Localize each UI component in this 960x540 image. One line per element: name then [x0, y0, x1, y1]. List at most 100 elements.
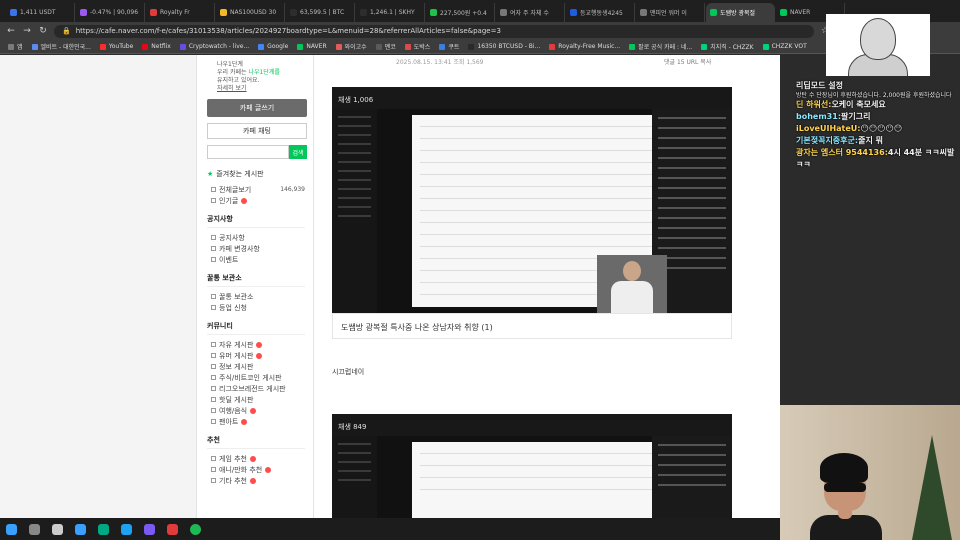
spotify-icon[interactable]	[190, 523, 201, 535]
edge-icon[interactable]	[75, 523, 86, 535]
file-explorer-icon[interactable]	[52, 523, 63, 535]
bookmark-item[interactable]: 도박스	[404, 42, 430, 51]
sidebar-item[interactable]: 애니/만화 추천	[207, 464, 305, 475]
start-icon[interactable]	[6, 523, 17, 535]
tab-favicon-icon	[150, 9, 157, 16]
bookmark-favicon-icon	[258, 43, 265, 50]
bookmark-item[interactable]: Netflix	[142, 43, 171, 50]
sidebar-item[interactable]: 게임 추천	[207, 453, 305, 464]
tab-label: 등교행동생4245	[580, 10, 623, 17]
article-image-2[interactable]: 채생 849	[332, 414, 732, 518]
article-meta: 2025.08.15. 13:41 조회 1,569	[396, 59, 484, 66]
board-icon	[211, 342, 216, 347]
browser-tab[interactable]: 도쌤방 광복절	[706, 3, 775, 22]
sidebar-item-popular[interactable]: 인기글	[207, 195, 305, 206]
article-actions[interactable]: 댓글 15 URL 복사	[664, 57, 711, 66]
sidebar-item[interactable]: 정보 게시판	[207, 361, 305, 372]
chat-message: 기본젖꼭지중후군:줄지 뭐	[796, 135, 960, 147]
browser-tab[interactable]: Royalty Fr	[146, 3, 215, 22]
chat-text: 방탄 수 단장님이 후원하셨습니다. 2,000원을 후원하셨습니다	[796, 92, 952, 99]
obs-icon[interactable]	[167, 523, 178, 535]
discord-icon[interactable]	[144, 523, 155, 535]
bookmark-item[interactable]: 쿠트	[439, 42, 459, 51]
tab-label: 도쌤방 광복절	[720, 10, 756, 17]
bookmark-item[interactable]: Google	[258, 43, 288, 50]
browser-tab-strip: 1,411 USDT -0.47% | 90,096 Royalty Fr NAS10…	[0, 0, 960, 22]
tab-favicon-icon	[710, 9, 717, 16]
notice-link[interactable]: 자세히 보기	[217, 85, 305, 93]
sidebar-item[interactable]: 기타 추천	[207, 475, 305, 486]
sidebar-item-all-posts[interactable]: 전체글보기 146,939	[207, 184, 305, 195]
back-icon[interactable]: ←	[6, 26, 16, 36]
sidebar-item[interactable]: 핫딜 게시판	[207, 394, 305, 405]
chat-username: 기본젖꼭지중후군:	[796, 136, 859, 145]
browser-tab[interactable]: 맨피언 워머 이	[636, 3, 705, 22]
browser-tab[interactable]: 63,599.5 | BTC	[286, 3, 355, 22]
sidebar-item[interactable]: 이벤트	[207, 254, 305, 265]
bookmark-item[interactable]: YouTube	[99, 43, 134, 50]
sidebar-section-title: 공지사항	[207, 214, 305, 228]
bookmark-item[interactable]: 16350 BTCUSD - Bi...	[468, 43, 540, 50]
sidebar-item[interactable]: 공지사항	[207, 232, 305, 243]
sidebar-item-label: 공지사항	[219, 233, 245, 242]
bookmark-item[interactable]: NAVER	[297, 43, 327, 50]
sidebar-item-label: 유머 게시판	[219, 351, 254, 360]
sidebar-item[interactable]: 팬아트	[207, 416, 305, 427]
tab-favicon-icon	[430, 9, 437, 16]
bookmark-item[interactable]: 치지직 - CHZZK	[701, 42, 754, 51]
tab-favicon-icon	[780, 9, 787, 16]
bookmark-favicon-icon	[297, 43, 304, 50]
sidebar-item[interactable]: 리그오브레전드 게시판	[207, 383, 305, 394]
bookmark-label: YouTube	[108, 43, 134, 50]
bookmark-favicon-icon	[468, 43, 475, 50]
bookmark-favicon-icon	[404, 43, 411, 50]
bookmark-item[interactable]: 팔로 공식 카페 : 네...	[629, 42, 692, 51]
browser-tab[interactable]: -0.47% | 90,096	[76, 3, 145, 22]
sidebar-item[interactable]: 자유 게시판	[207, 339, 305, 350]
sidebar-item[interactable]: 등업 신청	[207, 302, 305, 313]
bookmark-item[interactable]: 엘비트 - 대한민국...	[31, 42, 91, 51]
image-caption[interactable]: 도쌤방 광복절 특사중 나온 상남자와 취향 (1)	[332, 313, 732, 339]
bookmark-item[interactable]: Royalty-Free Music...	[549, 43, 620, 50]
browser-tab[interactable]: 227,500원 +0.4	[426, 3, 495, 22]
cafe-chat-button[interactable]: 카페 채팅	[207, 123, 307, 139]
bookmark-item[interactable]: CHZZK VOT	[762, 43, 807, 50]
bookmark-label: 팔로 공식 카페 : 네...	[638, 44, 693, 51]
bookmark-item[interactable]: 와이고수	[335, 42, 367, 51]
bookmark-item[interactable]: Cryptowatch - live...	[179, 43, 249, 50]
article-image-1[interactable]: 채생 1,006 회원채팅 STUDIO	[332, 87, 732, 313]
url-field[interactable]: 🔒 https://cafe.naver.com/f-e/cafes/31013…	[54, 24, 814, 38]
sidebar-item-label: 이벤트	[219, 255, 239, 264]
browser-tab[interactable]: 1,411 USDT	[6, 3, 75, 22]
bookmark-item[interactable]: 멘코	[375, 42, 396, 51]
browser-tab[interactable]: 여자 주 자체 수	[496, 3, 565, 22]
new-badge-icon	[241, 197, 248, 204]
browser-tab[interactable]: NAS100USD 30	[216, 3, 285, 22]
tab-label: NAS100USD 30	[230, 9, 277, 16]
sidebar-item[interactable]: 꿀통 보관소	[207, 291, 305, 302]
browser-tab[interactable]: 1,246.1 | SKHY	[356, 3, 425, 22]
sidebar-item[interactable]: 주식/비트코인 게시판	[207, 372, 305, 383]
bookmark-label: 멘코	[384, 44, 396, 51]
chrome-icon[interactable]	[98, 523, 109, 535]
chat-message: 방탄 수 단장님이 후원하셨습니다. 2,000원을 후원하셨습니다	[796, 92, 960, 99]
cafe-search-input[interactable]	[207, 145, 289, 159]
bookmark-item[interactable]: 앱	[8, 42, 23, 51]
chat-username: 광자는 엠스터 9544136:	[796, 148, 888, 157]
cafe-search-button[interactable]: 검색	[289, 145, 307, 159]
favorites-header[interactable]: ★ 즐겨찾는 게시판	[207, 169, 305, 179]
sidebar-item[interactable]: 유머 게시판	[207, 350, 305, 361]
sidebar-item-label: 꿀통 보관소	[219, 292, 254, 301]
cafe-write-button[interactable]: 카페 글쓰기	[207, 99, 307, 117]
chat-text: 줄지 뭐	[858, 136, 883, 145]
sidebar-item[interactable]: 여행/음식	[207, 405, 305, 416]
reload-icon[interactable]: ↻	[38, 26, 48, 36]
popular-label: 인기글	[219, 196, 239, 205]
sidebar-item[interactable]: 카페 변경사항	[207, 243, 305, 254]
twitter-icon[interactable]	[121, 523, 132, 535]
studio-title: 채생 1,006	[338, 96, 374, 104]
forward-icon[interactable]: →	[22, 26, 32, 36]
task-view-icon[interactable]	[29, 523, 40, 535]
notice-highlight: 나우1단계를	[248, 69, 280, 76]
browser-tab[interactable]: 등교행동생4245	[566, 3, 635, 22]
